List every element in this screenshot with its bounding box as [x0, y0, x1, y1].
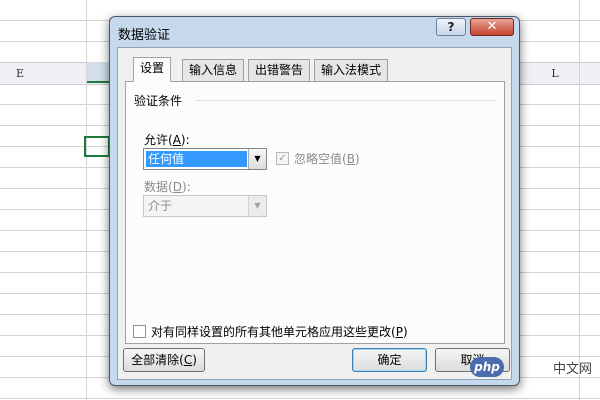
clear-all-button[interactable]: 全部清除(C) — [123, 348, 205, 372]
data-value: 介于 — [148, 199, 173, 213]
close-button[interactable]: ✕ — [470, 18, 514, 36]
col-header-l[interactable]: L — [530, 63, 580, 84]
active-cell[interactable] — [84, 136, 110, 157]
group-divider — [196, 100, 496, 101]
watermark-text: 中文网 — [552, 362, 592, 377]
apply-all-checkbox[interactable] — [133, 325, 146, 338]
allow-dropdown[interactable]: 任何值 ▼ — [143, 148, 267, 170]
tab-settings[interactable]: 设置 — [133, 57, 172, 82]
grid-line — [86, 0, 87, 400]
grid-line — [579, 0, 580, 400]
allow-value: 任何值 — [146, 151, 247, 167]
apply-all-label: 对有同样设置的所有其他单元格应用这些更改(P) — [151, 325, 408, 339]
tab-input-message[interactable]: 输入信息 — [182, 59, 245, 81]
selected-column-header[interactable] — [86, 62, 110, 83]
col-header-e[interactable]: E — [0, 63, 40, 84]
chevron-down-icon[interactable]: ▼ — [248, 196, 266, 216]
data-label: 数据(D): — [144, 180, 191, 194]
tab-error-alert[interactable]: 出错警告 — [248, 59, 311, 81]
data-validation-dialog: 数据验证 ? ✕ 设置 输入信息 出错警告 输入法模式 验证条件 允许(A): … — [109, 16, 520, 386]
dialog-title: 数据验证 — [118, 28, 171, 43]
validation-criteria-label: 验证条件 — [134, 94, 183, 108]
allow-label: 允许(A): — [144, 133, 190, 147]
ignore-blank-label: 忽略空值(B) — [294, 152, 360, 166]
grid-line — [0, 398, 600, 399]
php-badge: php — [470, 357, 504, 377]
data-dropdown[interactable]: 介于 ▼ — [143, 195, 267, 217]
ok-button[interactable]: 确定 — [352, 348, 427, 372]
title-bar[interactable]: 数据验证 ? ✕ — [110, 17, 519, 47]
chevron-down-icon[interactable]: ▼ — [248, 149, 266, 169]
watermark-logo: php 中文网 — [462, 357, 592, 379]
help-button[interactable]: ? — [436, 18, 466, 36]
settings-panel: 验证条件 允许(A): 任何值 ▼ ✓ 忽略空值(B) 数据(D): 介于 ▼ … — [125, 81, 505, 344]
tab-ime-mode[interactable]: 输入法模式 — [314, 59, 389, 81]
dialog-body: 设置 输入信息 出错警告 输入法模式 验证条件 允许(A): 任何值 ▼ ✓ 忽… — [117, 47, 512, 380]
ignore-blank-checkbox[interactable]: ✓ — [276, 152, 289, 165]
